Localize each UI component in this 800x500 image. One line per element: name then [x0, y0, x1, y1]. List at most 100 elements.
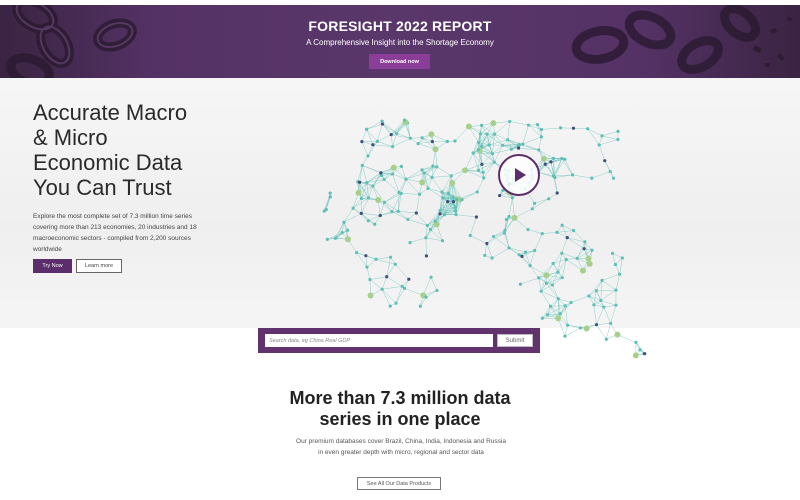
- map-node: [556, 297, 560, 301]
- map-node: [424, 236, 428, 240]
- map-node: [492, 160, 496, 164]
- map-node: [507, 246, 511, 250]
- see-all-products-button[interactable]: See All Our Data Products: [357, 477, 441, 490]
- map-node: [575, 256, 579, 260]
- section-heading-line: More than 7.3 million data: [289, 388, 511, 408]
- map-node: [543, 162, 547, 166]
- map-node: [394, 301, 398, 305]
- map-node: [465, 123, 472, 130]
- map-node: [475, 190, 479, 194]
- map-node: [560, 223, 564, 227]
- map-node: [355, 251, 359, 255]
- map-node: [433, 219, 437, 223]
- map-node: [490, 120, 497, 127]
- map-node: [504, 217, 509, 222]
- play-video-button[interactable]: [498, 154, 540, 196]
- map-node: [390, 210, 394, 214]
- map-node: [344, 236, 351, 243]
- map-node: [590, 248, 594, 252]
- map-node: [393, 262, 397, 266]
- map-node: [560, 251, 564, 255]
- map-node: [564, 257, 568, 262]
- map-node: [604, 337, 608, 341]
- hero-heading-line: Accurate Macro: [33, 100, 188, 125]
- map-node: [453, 205, 457, 209]
- map-node: [422, 171, 427, 175]
- map-node: [614, 303, 618, 307]
- map-node: [364, 127, 369, 131]
- map-node: [428, 131, 435, 138]
- map-node: [325, 237, 329, 241]
- map-node: [578, 326, 583, 330]
- map-node: [424, 254, 429, 258]
- map-node: [571, 126, 576, 130]
- map-node: [526, 227, 530, 232]
- map-node: [364, 254, 368, 258]
- map-node: [375, 197, 382, 204]
- map-node: [429, 275, 433, 279]
- hero-heading-line: You Can Trust: [33, 175, 172, 200]
- map-node: [471, 151, 475, 155]
- map-node: [555, 191, 559, 195]
- map-node: [478, 132, 482, 136]
- map-node: [389, 133, 393, 137]
- map-node: [358, 180, 362, 184]
- map-node: [594, 323, 599, 327]
- section-description: Our premium databases cover Brazil, Chin…: [296, 438, 506, 456]
- hero-heading: Accurate Macro & Micro Economic Data You…: [33, 100, 233, 200]
- search-input[interactable]: [265, 334, 493, 347]
- download-button[interactable]: Download now: [369, 54, 430, 69]
- map-node: [371, 184, 375, 188]
- map-node: [563, 304, 567, 308]
- map-node: [560, 276, 564, 280]
- map-node: [566, 323, 570, 327]
- map-node: [449, 179, 456, 186]
- map-node: [385, 275, 389, 279]
- map-node: [328, 195, 332, 199]
- map-node: [365, 180, 369, 185]
- map-node: [530, 207, 534, 211]
- map-node: [503, 228, 507, 232]
- map-node: [618, 272, 622, 276]
- map-node: [430, 175, 434, 179]
- map-node: [586, 260, 593, 267]
- map-node: [455, 197, 459, 202]
- map-node: [388, 255, 393, 259]
- search-bar: Submit: [258, 328, 540, 353]
- section-heading: More than 7.3 million data series in one…: [0, 388, 800, 430]
- learn-more-button[interactable]: Learn more: [76, 259, 122, 273]
- promo-banner[interactable]: FORESIGHT 2022 REPORT A Comprehensive In…: [0, 5, 800, 78]
- map-node: [359, 211, 363, 215]
- map-node: [453, 139, 457, 143]
- submit-button[interactable]: Submit: [497, 334, 533, 347]
- map-node: [460, 198, 464, 202]
- map-node: [609, 321, 613, 325]
- play-icon: [515, 168, 526, 182]
- map-node: [380, 287, 384, 291]
- map-node: [643, 352, 647, 356]
- map-node: [490, 256, 494, 260]
- map-node: [555, 315, 562, 322]
- map-node: [380, 119, 384, 123]
- map-node: [406, 217, 410, 221]
- map-node: [426, 186, 430, 190]
- map-node: [537, 276, 541, 280]
- map-node: [502, 231, 506, 235]
- map-node: [438, 208, 442, 213]
- try-now-button[interactable]: Try Now: [33, 259, 72, 273]
- map-node: [375, 139, 379, 143]
- map-node: [430, 139, 434, 144]
- map-node: [379, 171, 383, 175]
- hero-description: Explore the most complete set of 7.3 mil…: [33, 213, 197, 253]
- map-node: [556, 270, 560, 274]
- section-heading-line: series in one place: [319, 409, 481, 429]
- map-node: [418, 304, 422, 308]
- map-node: [487, 143, 491, 147]
- map-node: [366, 154, 370, 158]
- map-node: [509, 147, 513, 151]
- map-node: [396, 209, 400, 213]
- map-node: [388, 304, 392, 308]
- map-node: [540, 155, 547, 162]
- map-node: [539, 135, 544, 139]
- map-node: [563, 157, 567, 161]
